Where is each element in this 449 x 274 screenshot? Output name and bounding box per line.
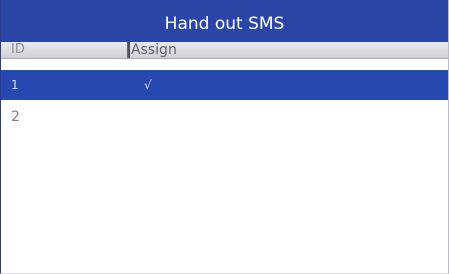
column-header-id[interactable]: ID: [1, 42, 127, 58]
row-id-cell: 2: [11, 109, 20, 125]
assign-checkmark-icon: √: [144, 78, 152, 92]
column-resize-handle[interactable]: [127, 42, 130, 58]
row-id-cell: 1: [11, 78, 19, 92]
window-title: Hand out SMS: [1, 0, 448, 42]
table-row-selected[interactable]: 1 √: [1, 70, 448, 100]
column-header-assign[interactable]: Assign: [131, 42, 177, 58]
table-header: ID Assign: [1, 42, 448, 59]
sms-window: Hand out SMS ID Assign 1 √ 2: [0, 0, 449, 274]
table-row[interactable]: 2: [1, 102, 448, 132]
